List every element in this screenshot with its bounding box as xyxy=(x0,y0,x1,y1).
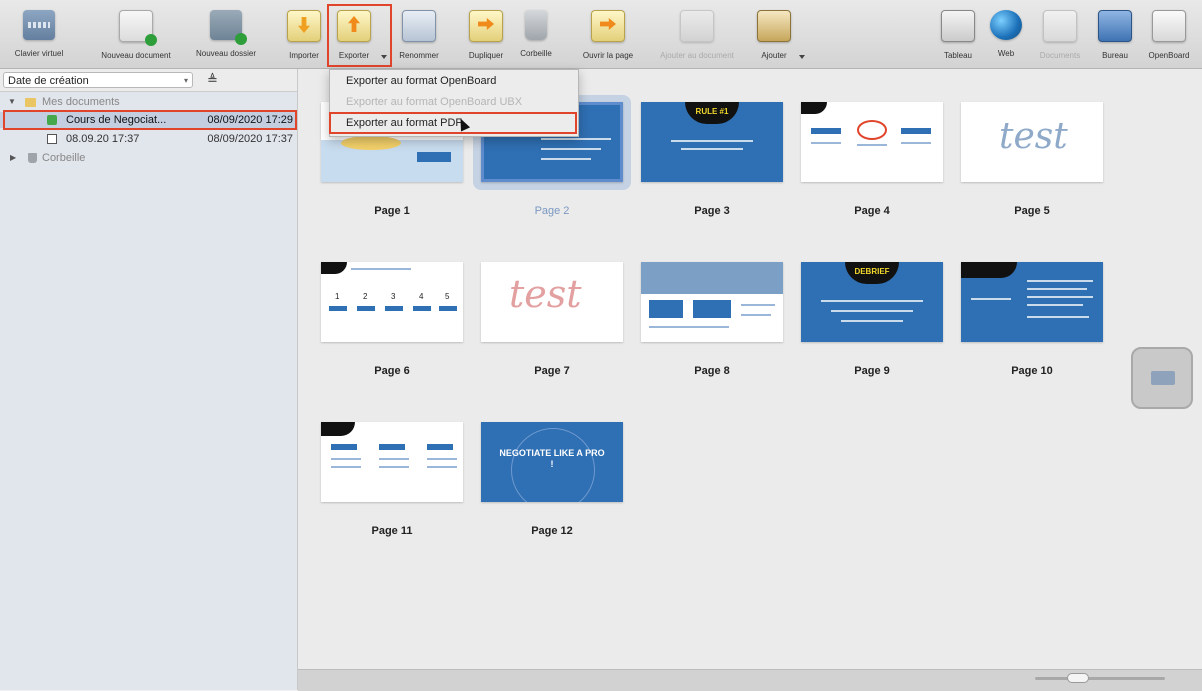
chevron-down-icon: ▾ xyxy=(183,76,188,85)
page-thumbnail[interactable]: NEGOTIATE LIKE A PRO ! xyxy=(481,422,623,502)
tree-document-row[interactable]: 08.09.20 17:37 08/09/2020 17:37 xyxy=(0,131,297,147)
keyboard-icon xyxy=(23,10,55,40)
desktop-icon xyxy=(1098,10,1132,42)
web-button[interactable]: Web xyxy=(986,6,1026,64)
board-pencil-icon xyxy=(941,10,975,42)
import-icon xyxy=(287,10,321,42)
page-thumbnails-area: Page 1 Page 2 RULE #1 Page 3 Page 4 test… xyxy=(298,69,1202,669)
menu-item-export-openboard-ubx[interactable]: Exporter au format OpenBoard UBX xyxy=(330,92,578,113)
rename-button[interactable]: Renommer xyxy=(392,6,446,64)
add-button[interactable]: Ajouter xyxy=(752,6,796,64)
trash-button[interactable]: Corbeille xyxy=(514,6,558,64)
openboard-button[interactable]: OpenBoard xyxy=(1140,6,1198,64)
folder-icon xyxy=(25,98,36,107)
page-thumbnail[interactable] xyxy=(321,422,463,502)
disclosure-closed-icon[interactable]: ▶ xyxy=(10,150,16,166)
floating-keyboard-button[interactable] xyxy=(1131,347,1193,409)
desktop-button[interactable]: Bureau xyxy=(1094,6,1136,64)
duplicate-button[interactable]: Dupliquer xyxy=(459,6,513,64)
import-button[interactable]: Importer xyxy=(284,6,324,64)
page-thumbnail[interactable] xyxy=(641,262,783,342)
openboard-settings-icon xyxy=(1152,10,1186,42)
zoom-slider-handle[interactable] xyxy=(1067,673,1089,683)
sort-order-icon[interactable]: ≜ xyxy=(207,72,218,88)
add-image-icon xyxy=(757,10,791,42)
new-document-button[interactable]: Nouveau document xyxy=(88,6,184,64)
trash-icon xyxy=(28,153,37,163)
board-button[interactable]: Tableau xyxy=(938,6,978,64)
page-thumbnail[interactable] xyxy=(961,262,1103,342)
add-to-document-button[interactable]: Ajouter au document xyxy=(646,6,748,64)
disclosure-open-icon[interactable]: ▼ xyxy=(8,94,16,110)
main-toolbar: Clavier virtuel Nouveau document Nouveau… xyxy=(0,0,1202,69)
rename-icon xyxy=(402,10,436,42)
documents-sidebar: Date de création ▾ ≜ ▼ Mes documents Cou… xyxy=(0,69,298,690)
page-thumbnail[interactable]: RULE #1 xyxy=(641,102,783,182)
page-thumbnail[interactable]: test xyxy=(481,262,623,342)
zoom-slider[interactable] xyxy=(1035,677,1165,680)
globe-icon xyxy=(990,10,1022,40)
bottom-status-bar xyxy=(298,669,1202,691)
export-pdf-highlight xyxy=(329,112,577,134)
page-thumbnail[interactable] xyxy=(801,102,943,182)
sort-bar: Date de création ▾ ≜ xyxy=(0,69,297,92)
menu-item-export-openboard[interactable]: Exporter au format OpenBoard xyxy=(330,71,578,92)
new-document-icon xyxy=(119,10,157,46)
trash-icon xyxy=(525,10,547,40)
tree-folder-my-documents[interactable]: ▼ Mes documents xyxy=(0,94,297,110)
add-to-document-icon xyxy=(680,10,714,42)
open-page-icon xyxy=(591,10,625,42)
new-folder-button[interactable]: Nouveau dossier xyxy=(183,6,269,64)
page-thumbnail[interactable]: 1 2 3 4 5 xyxy=(321,262,463,342)
page-thumbnail[interactable]: test xyxy=(961,102,1103,182)
keyboard-icon xyxy=(1151,371,1175,385)
virtual-keyboard-button[interactable]: Clavier virtuel xyxy=(4,6,74,64)
add-dropdown-caret-icon[interactable] xyxy=(799,55,805,59)
tree-trash[interactable]: ▶ Corbeille xyxy=(0,150,297,166)
sort-select[interactable]: Date de création ▾ xyxy=(3,72,193,88)
export-highlight xyxy=(327,4,392,67)
new-folder-icon xyxy=(210,10,247,45)
document-highlight xyxy=(3,110,297,130)
page-thumbnail[interactable]: DEBRIEF xyxy=(801,262,943,342)
document-pencil-icon xyxy=(47,134,57,144)
open-page-button[interactable]: Ouvrir la page xyxy=(574,6,642,64)
documents-button[interactable]: Documents xyxy=(1032,6,1088,64)
duplicate-icon xyxy=(469,10,503,42)
documents-icon xyxy=(1043,10,1077,42)
